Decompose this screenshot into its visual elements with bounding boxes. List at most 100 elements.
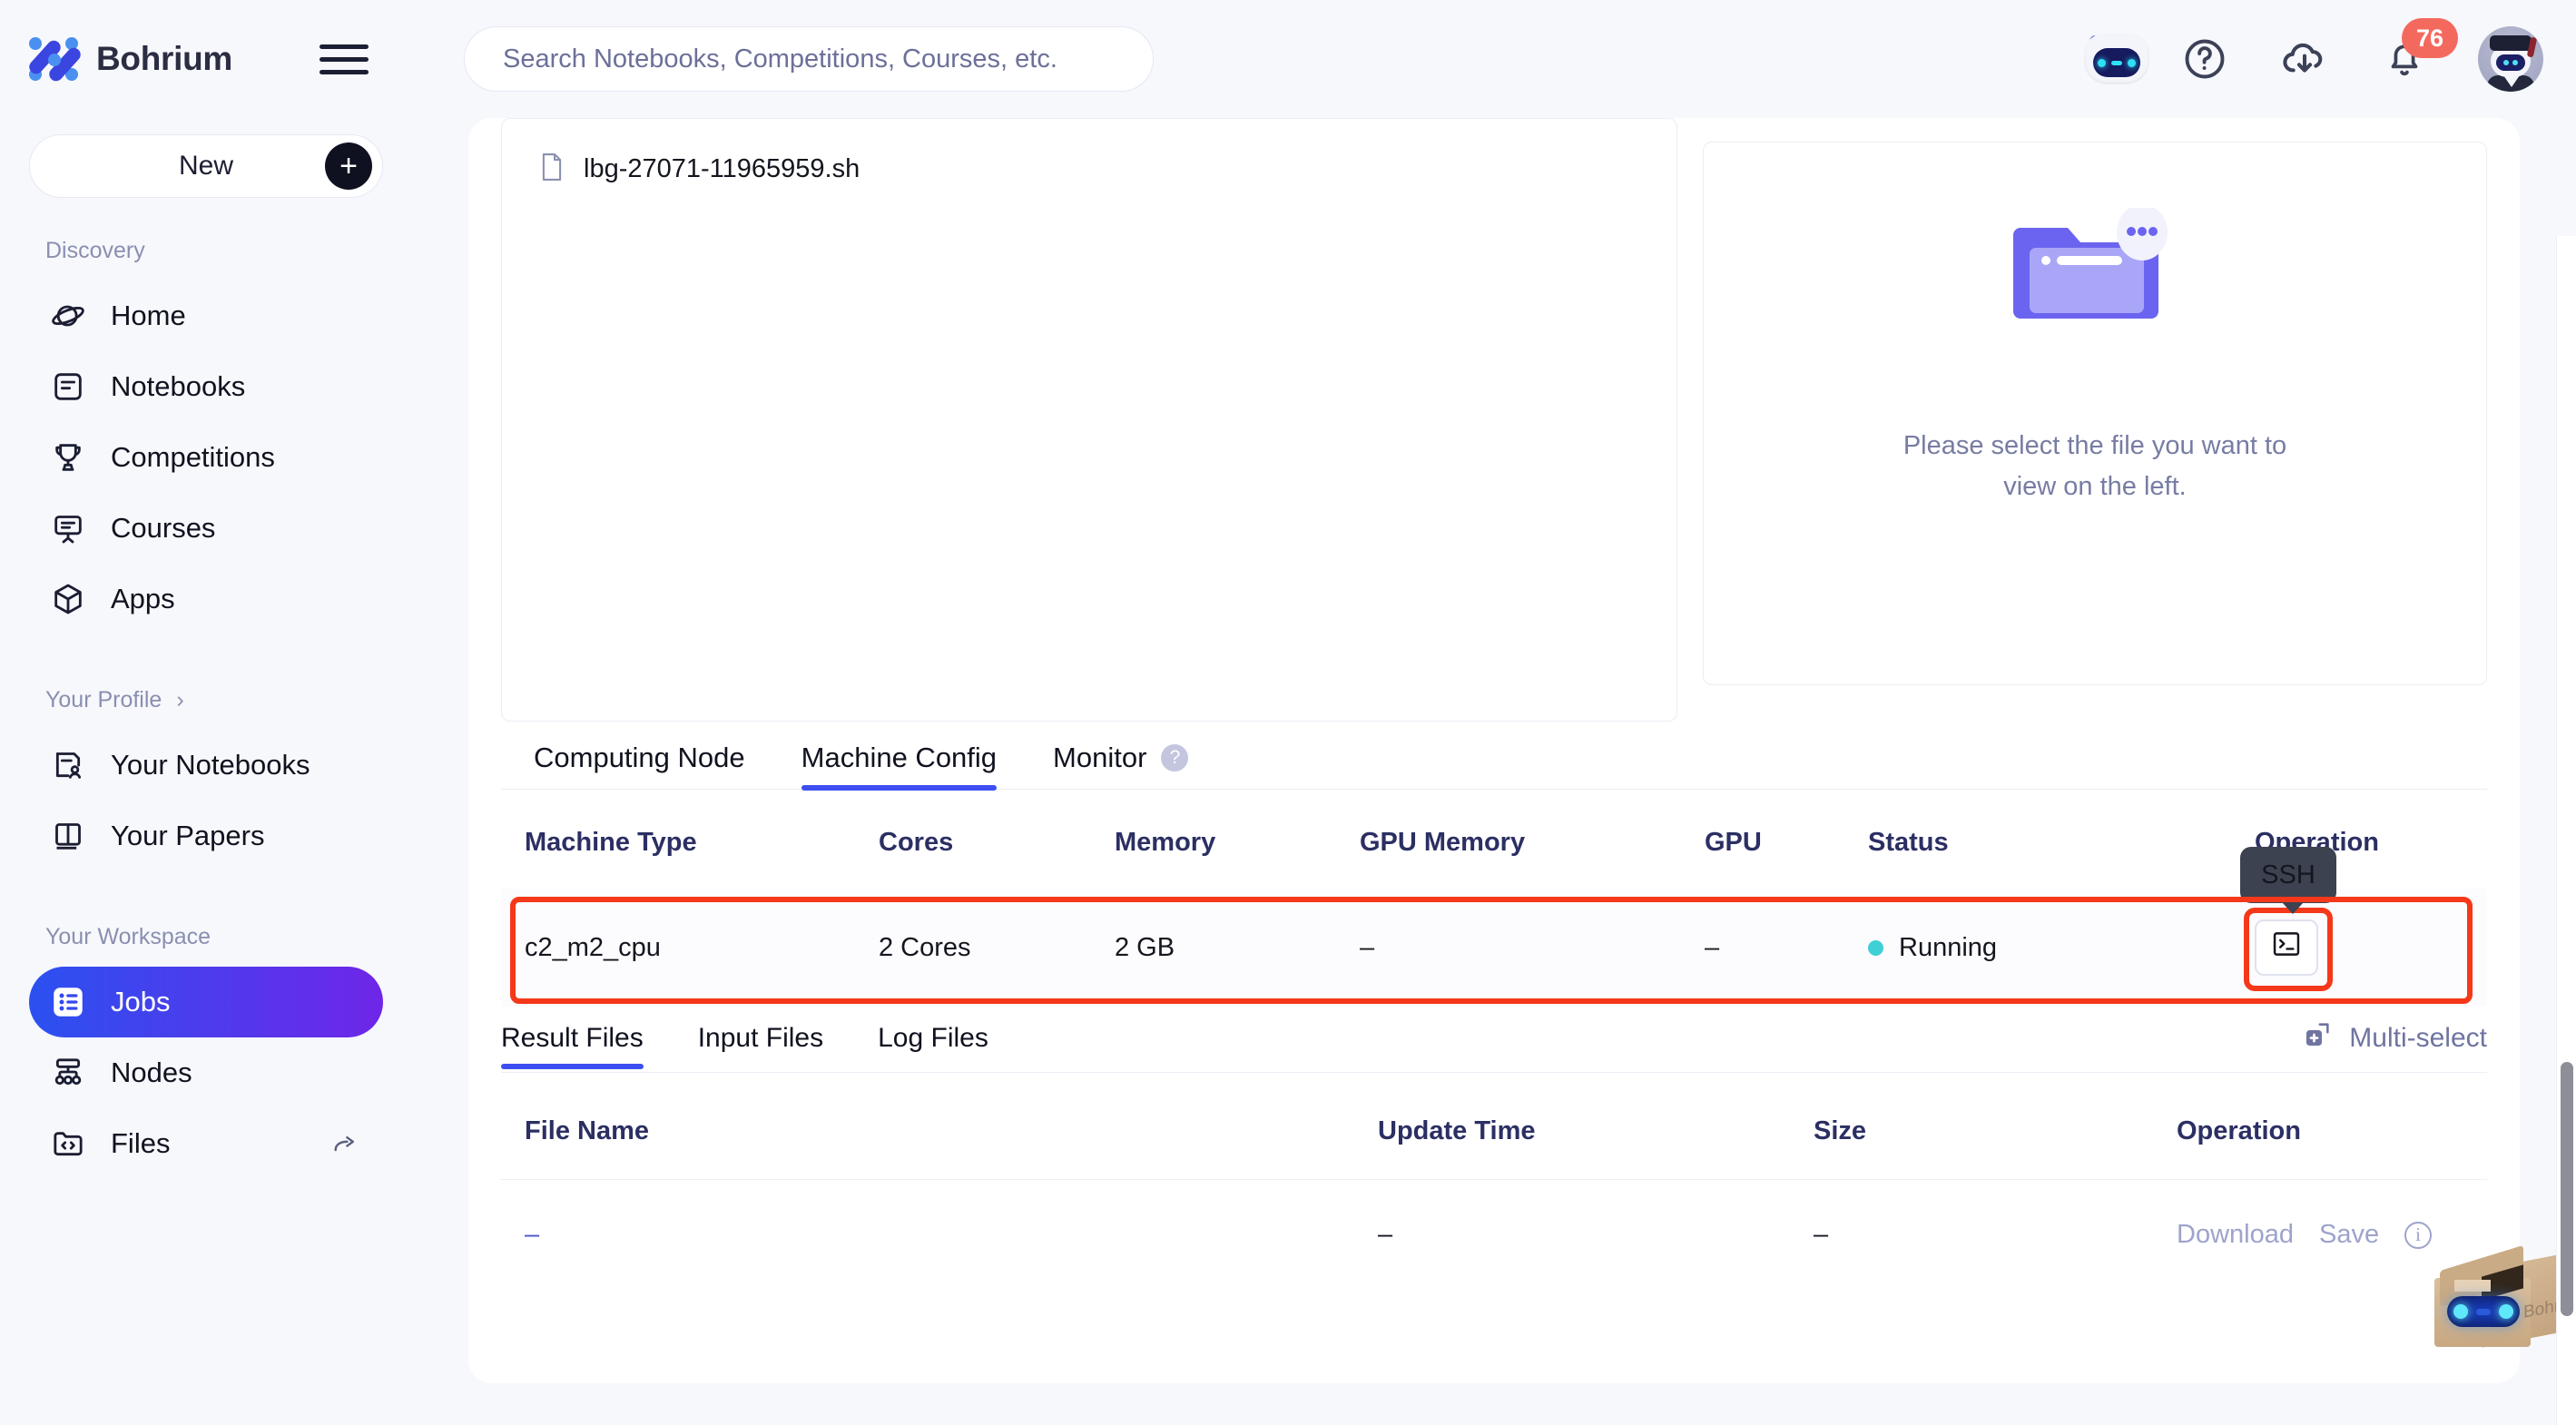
top-actions: 76 xyxy=(2079,18,2543,92)
chevron-right-icon: › xyxy=(176,687,184,712)
nodes-network-icon xyxy=(49,1054,87,1092)
file-tabs-bar: Result Files Input Files Log Files Multi… xyxy=(501,1007,2487,1073)
sidebar: New + Discovery Home Notebooks Competiti… xyxy=(0,118,418,1425)
file-icon xyxy=(538,152,565,187)
status-badge: Running xyxy=(1899,932,1998,962)
bohr-box-mascot-icon[interactable]: Bohr xyxy=(2434,1244,2571,1354)
brand-name: Bohrium xyxy=(96,40,233,77)
trophy-icon xyxy=(49,438,87,477)
column-header: GPU Memory xyxy=(1360,828,1526,857)
save-link[interactable]: Save xyxy=(2319,1220,2379,1250)
bell-icon[interactable]: 76 xyxy=(2378,18,2458,85)
code-folder-icon xyxy=(49,1125,87,1163)
cell-status: Running xyxy=(1868,933,2255,963)
tab-label: Machine Config xyxy=(801,742,998,773)
sidebar-item-home[interactable]: Home xyxy=(29,280,383,351)
table-header-row: Machine Type Cores Memory GPU Memory GPU… xyxy=(501,790,2487,889)
column-header: Machine Type xyxy=(525,828,697,857)
cell-size: – xyxy=(1814,1220,1829,1249)
tab-result-files[interactable]: Result Files xyxy=(501,1023,644,1069)
bohrium-logo-icon xyxy=(26,34,84,84)
sidebar-item-label: Your Papers xyxy=(111,820,265,851)
tab-monitor[interactable]: Monitor ? xyxy=(1053,742,1189,789)
detail-tabs: Computing Node Machine Config Monitor ? xyxy=(501,722,2487,791)
search-area xyxy=(464,26,1154,92)
sidebar-item-your-papers[interactable]: Your Papers xyxy=(29,801,383,871)
sidebar-item-label: Apps xyxy=(111,583,175,614)
ai-robot-icon[interactable] xyxy=(2079,33,2149,85)
info-circle-icon[interactable]: i xyxy=(2404,1221,2433,1249)
sidebar-item-files[interactable]: Files xyxy=(29,1108,383,1179)
cell-update-time: – xyxy=(1378,1220,1393,1249)
notification-badge: 76 xyxy=(2402,18,2458,58)
new-button[interactable]: New + xyxy=(29,134,383,198)
multi-select-label: Multi-select xyxy=(2349,1023,2487,1053)
sidebar-item-label: Home xyxy=(111,300,186,331)
tab-computing-node[interactable]: Computing Node xyxy=(534,742,745,789)
column-header: Memory xyxy=(1115,828,1216,857)
sidebar-item-jobs[interactable]: Jobs xyxy=(29,967,383,1037)
file-tree-pane: lbg-27071-11965959.sh xyxy=(501,118,1677,722)
tab-label: Result Files xyxy=(501,1023,644,1053)
tab-label: Input Files xyxy=(697,1023,824,1053)
ssh-button[interactable]: SSH xyxy=(2240,847,2336,991)
column-header: Size xyxy=(1814,1116,1867,1145)
share-arrow-icon[interactable] xyxy=(330,1128,361,1159)
column-header: File Name xyxy=(525,1116,649,1145)
scrollbar-thumb[interactable] xyxy=(2561,1062,2573,1316)
search-input[interactable] xyxy=(503,44,1115,74)
sidebar-item-notebooks[interactable]: Notebooks xyxy=(29,351,383,422)
cell-operation: SSH xyxy=(2240,847,2463,991)
job-detail-card: lbg-27071-11965959.sh Please select the … xyxy=(468,118,2520,1383)
user-avatar-icon[interactable] xyxy=(2478,26,2543,92)
list-item[interactable]: lbg-27071-11965959.sh xyxy=(502,146,1676,192)
planet-icon xyxy=(49,297,87,335)
search-box[interactable] xyxy=(464,26,1154,92)
tab-label: Computing Node xyxy=(534,742,745,773)
list-icon xyxy=(49,983,87,1021)
column-header: Status xyxy=(1868,828,1949,857)
book-icon xyxy=(49,817,87,855)
file-preview-pane: Please select the file you want to view … xyxy=(1703,142,2487,685)
application-window: Bohrium Search Notebooks, Competitions, … xyxy=(0,0,2576,1425)
sidebar-section-workspace-title: Your Workspace xyxy=(45,924,211,949)
cell-memory: 2 GB xyxy=(1115,932,1175,962)
column-header: GPU xyxy=(1705,828,1762,857)
tab-machine-config[interactable]: Machine Config xyxy=(801,742,998,791)
question-mark-icon[interactable]: ? xyxy=(1161,744,1189,771)
sidebar-section-profile-title[interactable]: Your Profile › xyxy=(29,687,383,713)
cloud-download-icon[interactable] xyxy=(2278,33,2331,85)
sidebar-item-competitions[interactable]: Competitions xyxy=(29,422,383,493)
sidebar-item-label: Courses xyxy=(111,512,216,544)
table-row[interactable]: c2_m2_cpu 2 Cores 2 GB – – Running SSH xyxy=(501,847,2487,1007)
vertical-scrollbar[interactable] xyxy=(2556,236,2576,1425)
hamburger-menu-icon[interactable] xyxy=(320,34,369,84)
file-name: lbg-27071-11965959.sh xyxy=(584,154,860,183)
tab-input-files[interactable]: Input Files xyxy=(698,1023,823,1068)
notebook-user-icon xyxy=(49,746,87,784)
tab-label: Log Files xyxy=(878,1023,988,1053)
multi-select-button[interactable]: Multi-select xyxy=(2302,1019,2487,1072)
cell-machine-type: c2_m2_cpu xyxy=(525,932,661,962)
status-dot-icon xyxy=(1868,940,1883,957)
cell-gpu-memory: – xyxy=(1360,932,1375,962)
machine-config-table: Machine Type Cores Memory GPU Memory GPU… xyxy=(501,790,2487,1007)
sidebar-item-courses[interactable]: Courses xyxy=(29,493,383,564)
sidebar-item-nodes[interactable]: Nodes xyxy=(29,1037,383,1108)
sidebar-item-label: Notebooks xyxy=(111,370,246,402)
download-link[interactable]: Download xyxy=(2177,1220,2294,1250)
sidebar-item-label: Nodes xyxy=(111,1056,192,1088)
table-row: – – – Download Save i xyxy=(501,1179,2487,1277)
question-circle-icon[interactable] xyxy=(2178,33,2231,85)
brand-area[interactable]: Bohrium xyxy=(26,34,301,84)
page-body: New + Discovery Home Notebooks Competiti… xyxy=(0,118,2576,1425)
cell-cores: 2 Cores xyxy=(879,932,971,962)
file-browser-panes: lbg-27071-11965959.sh Please select the … xyxy=(468,118,2520,722)
sidebar-item-apps[interactable]: Apps xyxy=(29,564,383,634)
file-tabs: Result Files Input Files Log Files xyxy=(501,1023,988,1069)
sidebar-item-your-notebooks[interactable]: Your Notebooks xyxy=(29,730,383,801)
sidebar-item-label: Competitions xyxy=(111,441,275,473)
tab-log-files[interactable]: Log Files xyxy=(878,1023,988,1068)
sidebar-section-discovery-title: Discovery xyxy=(45,238,145,263)
sidebar-item-label: Files xyxy=(111,1127,171,1159)
